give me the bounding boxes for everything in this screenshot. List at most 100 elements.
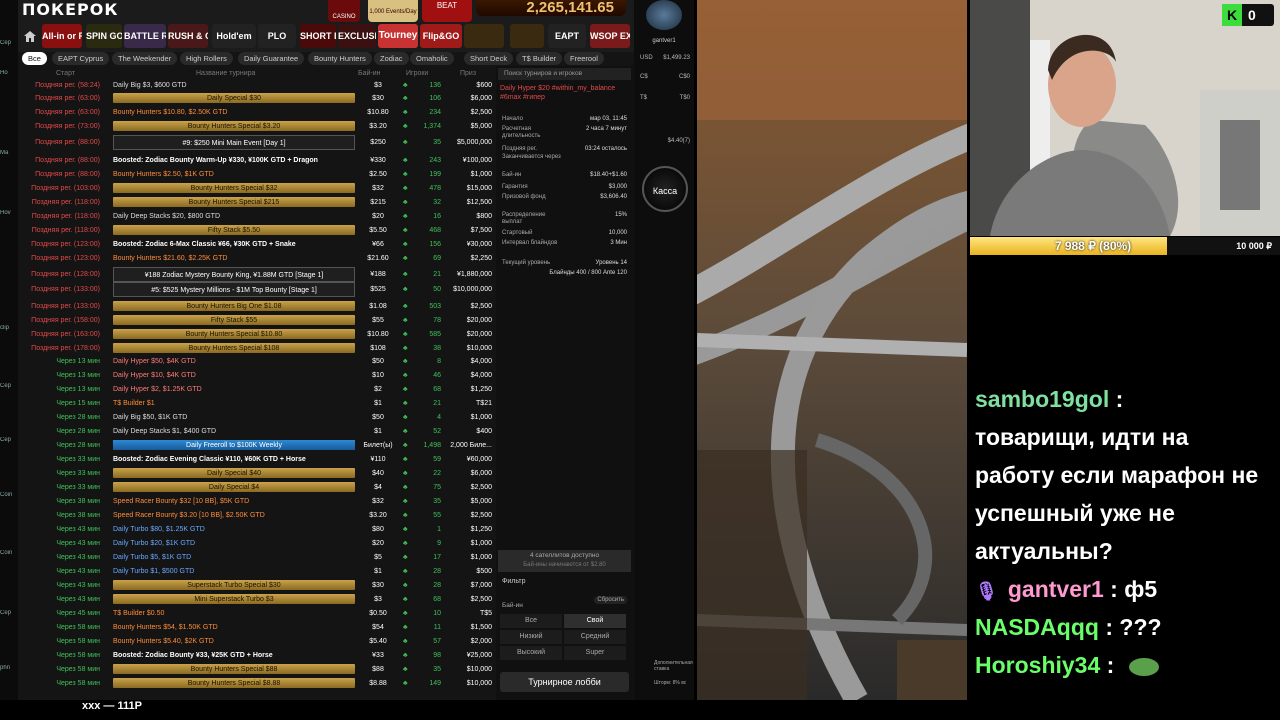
table-row[interactable]: Поздняя рег. (133:00) #5: $525 Mystery Mi…: [18, 282, 494, 298]
casino-promo[interactable]: CASINO: [328, 0, 360, 22]
row-players: 585: [429, 331, 441, 338]
game-tab[interactable]: [510, 24, 544, 48]
strip-label: Coin: [0, 550, 13, 556]
col-prize[interactable]: Приз: [460, 68, 476, 80]
table-row[interactable]: Поздняя рег. (158:00) Fifty Stack $55 $55 ♣…: [18, 315, 494, 326]
buyin-filter-button[interactable]: Все: [500, 614, 562, 628]
table-row[interactable]: Поздняя рег. (88:00) Bounty Hunters $2.50…: [18, 169, 494, 180]
table-row[interactable]: Через 33 мин Daily Special $4 $4 ♣ 75 $2,500: [18, 482, 494, 493]
table-row[interactable]: Поздняя рег. (163:00) Bounty Hunters Spec…: [18, 329, 494, 340]
filter-pill[interactable]: Freerool: [564, 52, 604, 65]
cashier-button[interactable]: Касса: [642, 166, 688, 212]
col-buyin[interactable]: Бай-ин: [358, 68, 381, 80]
table-row[interactable]: Поздняя рег. (88:00) Boosted: Zodiac Boun…: [18, 155, 494, 166]
game-tab[interactable]: [464, 24, 504, 48]
filter-reset-button[interactable]: Сбросить: [594, 596, 627, 604]
table-row[interactable]: Поздняя рег. (88:00) #9: $250 Mini Main E…: [18, 135, 494, 151]
table-row[interactable]: Через 58 мин Bounty Hunters Special $88 $8…: [18, 664, 494, 675]
buyin-filter-button[interactable]: Super: [564, 646, 626, 660]
table-row[interactable]: Через 13 мин Daily Hyper $10, $4K GTD $10 ♣…: [18, 370, 494, 381]
table-row[interactable]: Через 33 мин Boosted: Zodiac Evening Clas…: [18, 454, 494, 465]
table-row[interactable]: Через 28 мин Daily Big $50, $1K GTD $50 ♣ 4 $…: [18, 412, 494, 423]
table-row[interactable]: Поздняя рег. (73:00) Bounty Hunters Speci…: [18, 121, 494, 132]
chat-username[interactable]: NASDAqqq: [975, 614, 1099, 640]
filter-pill[interactable]: Bounty Hunters: [308, 52, 372, 65]
filter-pill[interactable]: Все: [22, 52, 47, 65]
side-note[interactable]: Шторм: 8% вс: [654, 680, 692, 686]
game-tab[interactable]: Tourney: [378, 24, 418, 48]
table-row[interactable]: Через 58 мин Boosted: Zodiac Bounty ¥33, …: [18, 650, 494, 661]
col-players[interactable]: Игроки: [406, 68, 428, 80]
table-row[interactable]: Через 58 мин Bounty Hunters $54, $1.50K G…: [18, 622, 494, 633]
table-row[interactable]: Поздняя рег. (133:00) Bounty Hunters Big …: [18, 301, 494, 312]
side-note[interactable]: Дополнительная ставка: [654, 660, 693, 672]
chat-username[interactable]: sambo19gol: [975, 386, 1109, 412]
events-promo[interactable]: 1,000 Events/Day: [368, 0, 418, 22]
table-row[interactable]: Поздняя рег. (128:00) ¥188 Zodiac Mystery…: [18, 267, 494, 283]
table-row[interactable]: Поздняя рег. (118:00) Bounty Hunters Spec…: [18, 197, 494, 208]
beat-promo[interactable]: BEAT: [422, 0, 472, 22]
filter-pill[interactable]: Short Deck: [464, 52, 514, 65]
table-row[interactable]: Через 33 мин Daily Special $40 $40 ♣ 22 $6,00…: [18, 468, 494, 479]
table-row[interactable]: Через 43 мин Mini Superstack Turbo $3 $3 ♣ 6…: [18, 594, 494, 605]
avatar[interactable]: [646, 0, 682, 30]
filter-pill[interactable]: High Rollers: [180, 52, 233, 65]
buyin-filter-button[interactable]: Высокий: [500, 646, 562, 660]
game-tab[interactable]: RUSH & CASH: [168, 24, 208, 48]
table-row[interactable]: Поздняя рег. (58:24) Daily Big $3, $600 G…: [18, 80, 494, 91]
table-row[interactable]: Через 28 мин Daily Freeroll to $100K Week…: [18, 440, 494, 451]
table-row[interactable]: Через 43 мин Daily Turbo $1, $500 GTD $1 ♣ 2…: [18, 566, 494, 577]
filter-pill[interactable]: EAPT Cyprus: [52, 52, 110, 65]
game-tab[interactable]: PLO: [258, 24, 296, 48]
game-tab[interactable]: Flip&GO: [420, 24, 462, 48]
game-tab[interactable]: All-in or Fold: [42, 24, 82, 48]
table-row[interactable]: Через 38 мин Speed Racer Bounty $32 [10 B…: [18, 496, 494, 507]
row-prize: $5,000: [470, 498, 492, 505]
col-name[interactable]: Название турнира: [196, 68, 255, 80]
game-tab[interactable]: BATTLE ROYALE: [124, 24, 166, 48]
table-row[interactable]: Через 58 мин Bounty Hunters Special $8.88…: [18, 678, 494, 689]
game-tab[interactable]: SHORT DECK: [300, 24, 336, 48]
filter-pill[interactable]: Daily Guarantee: [238, 52, 305, 65]
table-row[interactable]: Поздняя рег. (118:00) Daily Deep Stacks $…: [18, 211, 494, 222]
table-row[interactable]: Через 38 мин Speed Racer Bounty $3.20 [10…: [18, 510, 494, 521]
buyin-filter-button[interactable]: Свой: [564, 614, 626, 628]
filter-pill[interactable]: T$ Builder: [516, 52, 563, 65]
game-tab[interactable]: WSOP EXPRESS: [590, 24, 630, 48]
buyin-filter-button[interactable]: Низкий: [500, 630, 562, 644]
table-row[interactable]: Через 15 мин T$ Builder $1 $1 ♣ 21 T$21: [18, 398, 494, 409]
table-row[interactable]: Поздняя рег. (178:00) Bounty Hunters Spec…: [18, 343, 494, 354]
table-row[interactable]: Через 43 мин Daily Turbo $20, $1K GTD $20 ♣…: [18, 538, 494, 549]
search-input[interactable]: Поиск турниров и игроков: [498, 68, 631, 80]
players-icon: ♣: [403, 213, 408, 220]
table-row[interactable]: Через 28 мин Daily Deep Stacks $1, $400 G…: [18, 426, 494, 437]
col-start[interactable]: Старт: [56, 68, 75, 80]
filter-pill[interactable]: Omaholic: [410, 52, 454, 65]
table-row[interactable]: Поздняя рег. (63:00) Daily Special $30 $30…: [18, 93, 494, 104]
satellites-box[interactable]: 4 сателлитов доступно Бай-ины начинаются…: [498, 550, 631, 572]
filter-pill[interactable]: The Weekender: [112, 52, 178, 65]
row-players: 17: [433, 554, 441, 561]
table-row[interactable]: Поздняя рег. (123:00) Boosted: Zodiac 6-M…: [18, 239, 494, 250]
tournament-lobby-button[interactable]: Турнирное лобби: [500, 672, 629, 692]
game-tab[interactable]: EXCLUSIVE: [338, 24, 376, 48]
buyin-filter-button[interactable]: Средний: [564, 630, 626, 644]
table-row[interactable]: Через 43 мин Superstack Turbo Special $30…: [18, 580, 494, 591]
game-tab[interactable]: EAPT: [548, 24, 586, 48]
table-row[interactable]: Поздняя рег. (63:00) Bounty Hunters $10.8…: [18, 107, 494, 118]
game-tab[interactable]: SPIN GOLD: [86, 24, 122, 48]
game-tab[interactable]: Hold'em: [212, 24, 256, 48]
table-row[interactable]: Поздняя рег. (118:00) Fifty Stack $5.50 $5…: [18, 225, 494, 236]
table-row[interactable]: Через 45 мин T$ Builder $0.50 $0.50 ♣ 10 T$5: [18, 608, 494, 619]
filter-pill[interactable]: Zodiac: [374, 52, 409, 65]
table-row[interactable]: Через 43 мин Daily Turbo $5, $1K GTD $5 ♣ 17…: [18, 552, 494, 563]
table-row[interactable]: Через 13 мин Daily Hyper $2, $1.25K GTD $2…: [18, 384, 494, 395]
table-row[interactable]: Через 13 мин Daily Hyper $50, $4K GTD $50 ♣…: [18, 356, 494, 367]
chat-username[interactable]: gantver1: [1008, 576, 1104, 602]
chat-username[interactable]: Horoshiy34: [975, 652, 1100, 678]
table-row[interactable]: Через 58 мин Bounty Hunters $5.40, $2K GT…: [18, 636, 494, 647]
home-icon[interactable]: [24, 31, 36, 42]
table-row[interactable]: Поздняя рег. (123:00) Bounty Hunters $21.…: [18, 253, 494, 264]
table-row[interactable]: Через 43 мин Daily Turbo $80, $1.25K GTD $…: [18, 524, 494, 535]
table-row[interactable]: Поздняя рег. (103:00) Bounty Hunters Spec…: [18, 183, 494, 194]
